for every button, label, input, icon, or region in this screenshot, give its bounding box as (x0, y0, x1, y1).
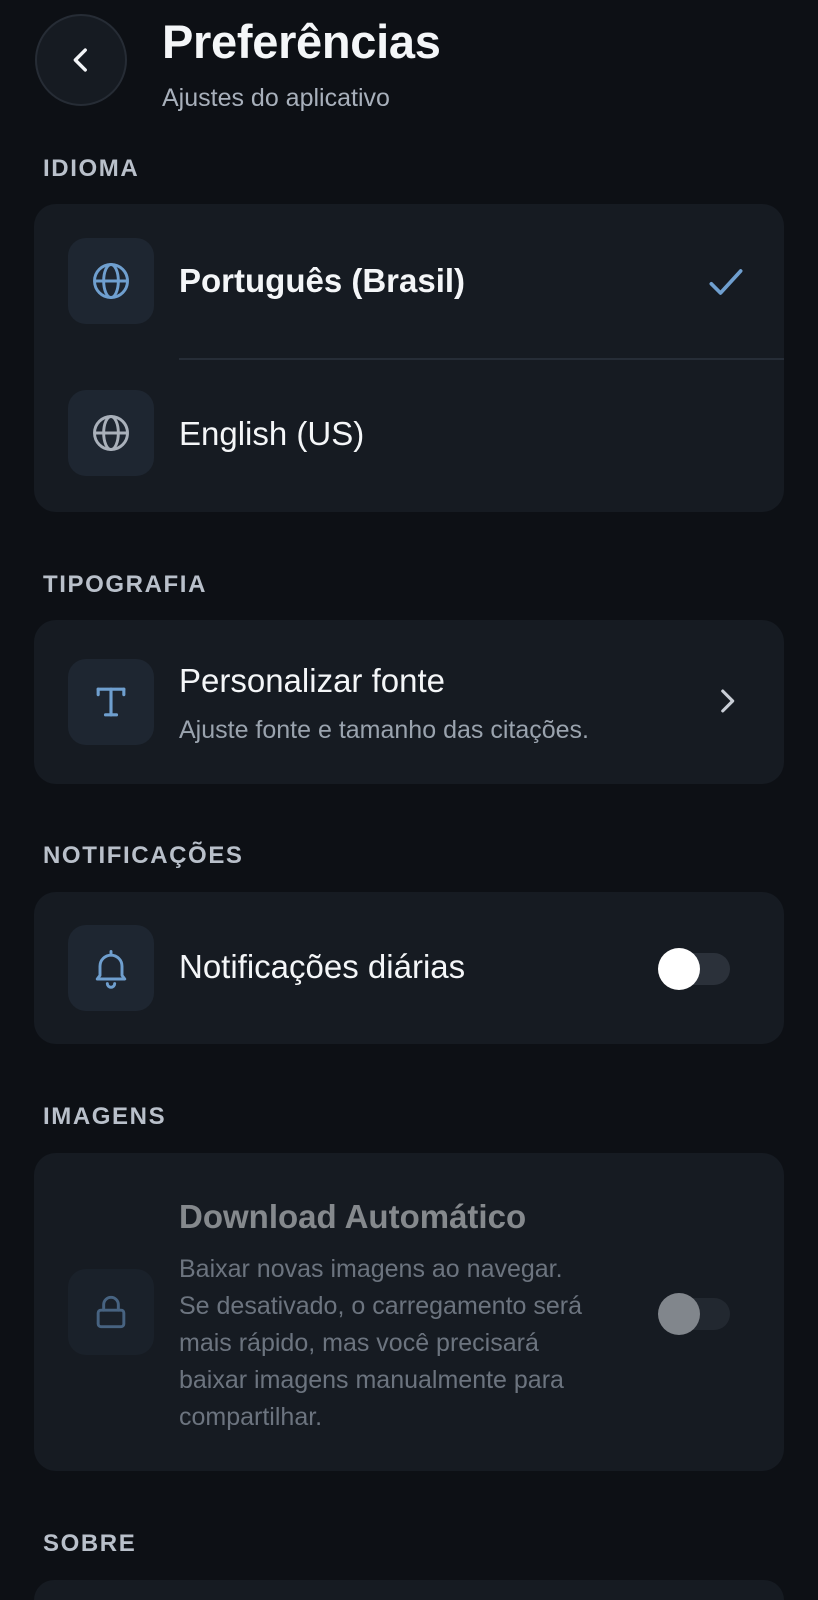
auto-download-description-line: compartilhar. (179, 1403, 323, 1431)
language-option-label: English (US) (179, 415, 365, 452)
language-option-label: Português (Brasil) (179, 262, 466, 299)
chevron-left-icon (73, 48, 87, 72)
auto-download-title: Download Automático (179, 1198, 527, 1235)
bell-icon-box (68, 925, 154, 1011)
auto-download-description-line: Se desativado, o carregamento será (179, 1292, 583, 1320)
auto-download-description: Baixar novas imagens ao navegar. Se desa… (179, 1251, 582, 1436)
lock-icon-box (68, 1269, 154, 1355)
section-label-about: SOBRE (43, 1530, 137, 1557)
toggle-knob (658, 948, 700, 990)
chevron-right-icon (721, 689, 735, 713)
auto-download-description-line: mais rápido, mas você precisará (179, 1329, 539, 1357)
auto-download-description-line: baixar imagens manualmente para (179, 1366, 564, 1394)
section-label-notifications: NOTIFICAÇÕES (43, 842, 244, 869)
lock-icon (96, 1295, 126, 1329)
customize-font-description: Ajuste fonte e tamanho das citações. (179, 716, 589, 744)
check-icon (709, 269, 743, 295)
about-card (34, 1580, 784, 1600)
preferences-screen: Preferências Ajustes do aplicativo IDIOM… (0, 0, 818, 1600)
globe-icon (93, 263, 129, 299)
daily-notifications-title: Notificações diárias (179, 948, 466, 985)
auto-download-row: Download Automático Baixar novas imagens… (34, 1153, 784, 1471)
globe-icon-box (68, 390, 154, 476)
auto-download-description-line: Baixar novas imagens ao navegar. (179, 1255, 563, 1283)
language-option-en-us[interactable]: English (US) (34, 360, 784, 512)
daily-notifications-row: Notificações diárias (34, 892, 784, 1044)
letter-t-icon (96, 687, 126, 717)
back-button[interactable] (35, 14, 127, 106)
customize-font-row[interactable]: Personalizar fonte Ajuste fonte e tamanh… (34, 620, 784, 784)
typography-icon-box (68, 659, 154, 745)
page-subtitle: Ajustes do aplicativo (162, 84, 390, 112)
page-title: Preferências (162, 15, 441, 68)
bell-icon (95, 950, 127, 989)
language-card: Português (Brasil) English (US) (34, 204, 784, 512)
customize-font-title: Personalizar fonte (179, 662, 445, 699)
language-option-pt-br[interactable]: Português (Brasil) (34, 204, 784, 358)
section-label-images: IMAGENS (43, 1103, 167, 1130)
globe-icon-box (68, 238, 154, 324)
section-label-typography: TIPOGRAFIA (43, 571, 207, 598)
section-label-language: IDIOMA (43, 155, 140, 182)
globe-icon (93, 415, 129, 451)
daily-notifications-toggle[interactable] (658, 948, 730, 990)
toggle-knob (658, 1293, 700, 1335)
auto-download-toggle[interactable] (658, 1293, 730, 1335)
